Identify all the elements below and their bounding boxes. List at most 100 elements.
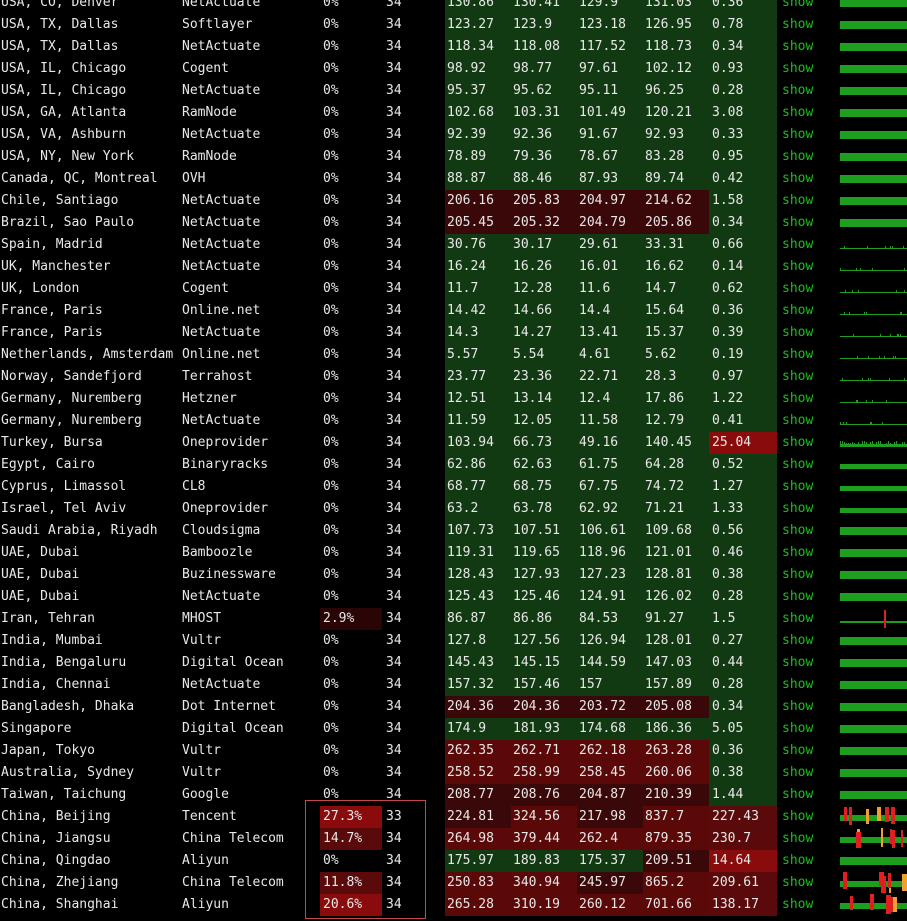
loss-cell: 2.9% bbox=[320, 608, 382, 630]
show-link[interactable]: show bbox=[782, 344, 822, 366]
loss-cell: 27.3% bbox=[320, 806, 382, 828]
show-link[interactable]: show bbox=[782, 586, 822, 608]
last-ping-cell: 123.27 bbox=[445, 14, 511, 36]
show-link[interactable]: show bbox=[782, 36, 822, 58]
show-link[interactable]: show bbox=[782, 14, 822, 36]
sent-cell: 34 bbox=[386, 17, 402, 32]
latency-sparkline bbox=[840, 674, 907, 696]
show-link[interactable]: show bbox=[782, 872, 822, 894]
show-link[interactable]: show bbox=[782, 652, 822, 674]
show-link[interactable]: show bbox=[782, 542, 822, 564]
show-link[interactable]: show bbox=[782, 322, 822, 344]
show-link[interactable]: show bbox=[782, 102, 822, 124]
table-row: France, Paris Online.net 0% 34 14.42 14.66 14.… bbox=[0, 300, 907, 322]
table-row: Germany, Nuremberg Hetzner 0% 34 12.51 13.14 1… bbox=[0, 388, 907, 410]
last-ping-cell: 62.86 bbox=[445, 454, 511, 476]
last-ping-cell: 224.81 bbox=[445, 806, 511, 828]
sent-cell: 34 bbox=[386, 567, 402, 582]
avg-ping-cell: 204.36 bbox=[511, 696, 577, 718]
show-link[interactable]: show bbox=[782, 168, 822, 190]
show-link[interactable]: show bbox=[782, 520, 822, 542]
location-cell: Canada, QC, Montreal bbox=[1, 171, 158, 186]
show-link[interactable]: show bbox=[782, 454, 822, 476]
show-link[interactable]: show bbox=[782, 366, 822, 388]
stdev-cell: 0.97 bbox=[709, 366, 777, 388]
sent-cell: 34 bbox=[386, 721, 402, 736]
stdev-cell: 0.19 bbox=[709, 344, 777, 366]
show-link[interactable]: show bbox=[782, 300, 822, 322]
show-link[interactable]: show bbox=[782, 124, 822, 146]
sent-cell: 34 bbox=[386, 127, 402, 142]
sent-cell: 34 bbox=[386, 479, 402, 494]
best-ping-cell: 67.75 bbox=[577, 476, 643, 498]
show-link[interactable]: show bbox=[782, 80, 822, 102]
sent-cell: 34 bbox=[386, 765, 402, 780]
show-link[interactable]: show bbox=[782, 828, 822, 850]
location-cell: USA, CO, Denver bbox=[1, 0, 119, 10]
provider-cell: Digital Ocean bbox=[182, 721, 284, 736]
show-link[interactable]: show bbox=[782, 850, 822, 872]
best-ping-cell: 13.41 bbox=[577, 322, 643, 344]
worst-ping-cell: 17.86 bbox=[643, 388, 709, 410]
best-ping-cell: 29.61 bbox=[577, 234, 643, 256]
sent-cell: 34 bbox=[386, 237, 402, 252]
latency-sparkline bbox=[840, 806, 907, 828]
worst-ping-cell: 120.21 bbox=[643, 102, 709, 124]
show-link[interactable]: show bbox=[782, 190, 822, 212]
stdev-cell: 0.33 bbox=[709, 124, 777, 146]
loss-cell: 0% bbox=[323, 853, 339, 868]
loss-cell: 0% bbox=[323, 39, 339, 54]
show-link[interactable]: show bbox=[782, 498, 822, 520]
show-link[interactable]: show bbox=[782, 212, 822, 234]
show-link[interactable]: show bbox=[782, 674, 822, 696]
worst-ping-cell: 837.7 bbox=[643, 806, 709, 828]
show-link[interactable]: show bbox=[782, 894, 822, 916]
show-link[interactable]: show bbox=[782, 806, 822, 828]
show-link[interactable]: show bbox=[782, 146, 822, 168]
show-link[interactable]: show bbox=[782, 608, 822, 630]
worst-ping-cell: 118.73 bbox=[643, 36, 709, 58]
best-ping-cell: 124.91 bbox=[577, 586, 643, 608]
worst-ping-cell: 128.81 bbox=[643, 564, 709, 586]
last-ping-cell: 16.24 bbox=[445, 256, 511, 278]
worst-ping-cell: 865.2 bbox=[643, 872, 709, 894]
avg-ping-cell: 62.63 bbox=[511, 454, 577, 476]
show-link[interactable]: show bbox=[782, 784, 822, 806]
latency-sparkline bbox=[840, 696, 907, 718]
loss-cell: 0% bbox=[323, 259, 339, 274]
show-link[interactable]: show bbox=[782, 696, 822, 718]
sent-cell: 34 bbox=[386, 611, 402, 626]
location-cell: USA, NY, New York bbox=[1, 149, 135, 164]
show-link[interactable]: show bbox=[782, 58, 822, 80]
location-cell: Spain, Madrid bbox=[1, 237, 103, 252]
last-ping-cell: 175.97 bbox=[445, 850, 511, 872]
show-link[interactable]: show bbox=[782, 388, 822, 410]
best-ping-cell: 262.4 bbox=[577, 828, 643, 850]
show-link[interactable]: show bbox=[782, 410, 822, 432]
show-link[interactable]: show bbox=[782, 476, 822, 498]
show-link[interactable]: show bbox=[782, 432, 822, 454]
show-link[interactable]: show bbox=[782, 718, 822, 740]
sent-cell: 34 bbox=[386, 457, 402, 472]
latency-sparkline bbox=[840, 0, 907, 14]
worst-ping-cell: 214.62 bbox=[643, 190, 709, 212]
show-link[interactable]: show bbox=[782, 630, 822, 652]
sent-cell: 34 bbox=[386, 281, 402, 296]
show-link[interactable]: show bbox=[782, 740, 822, 762]
show-link[interactable]: show bbox=[782, 0, 822, 14]
show-link[interactable]: show bbox=[782, 278, 822, 300]
latency-sparkline bbox=[840, 146, 907, 168]
show-link[interactable]: show bbox=[782, 256, 822, 278]
table-row: USA, TX, Dallas Softlayer 0% 34 123.27 123.9 1… bbox=[0, 14, 907, 36]
sent-cell: 34 bbox=[386, 61, 402, 76]
worst-ping-cell: 126.95 bbox=[643, 14, 709, 36]
worst-ping-cell: 210.39 bbox=[643, 784, 709, 806]
sent-cell: 34 bbox=[386, 413, 402, 428]
provider-cell: Cloudsigma bbox=[182, 523, 261, 538]
show-link[interactable]: show bbox=[782, 564, 822, 586]
show-link[interactable]: show bbox=[782, 234, 822, 256]
sent-cell: 34 bbox=[386, 523, 402, 538]
best-ping-cell: 175.37 bbox=[577, 850, 643, 872]
show-link[interactable]: show bbox=[782, 762, 822, 784]
stdev-cell: 227.43 bbox=[709, 806, 777, 828]
